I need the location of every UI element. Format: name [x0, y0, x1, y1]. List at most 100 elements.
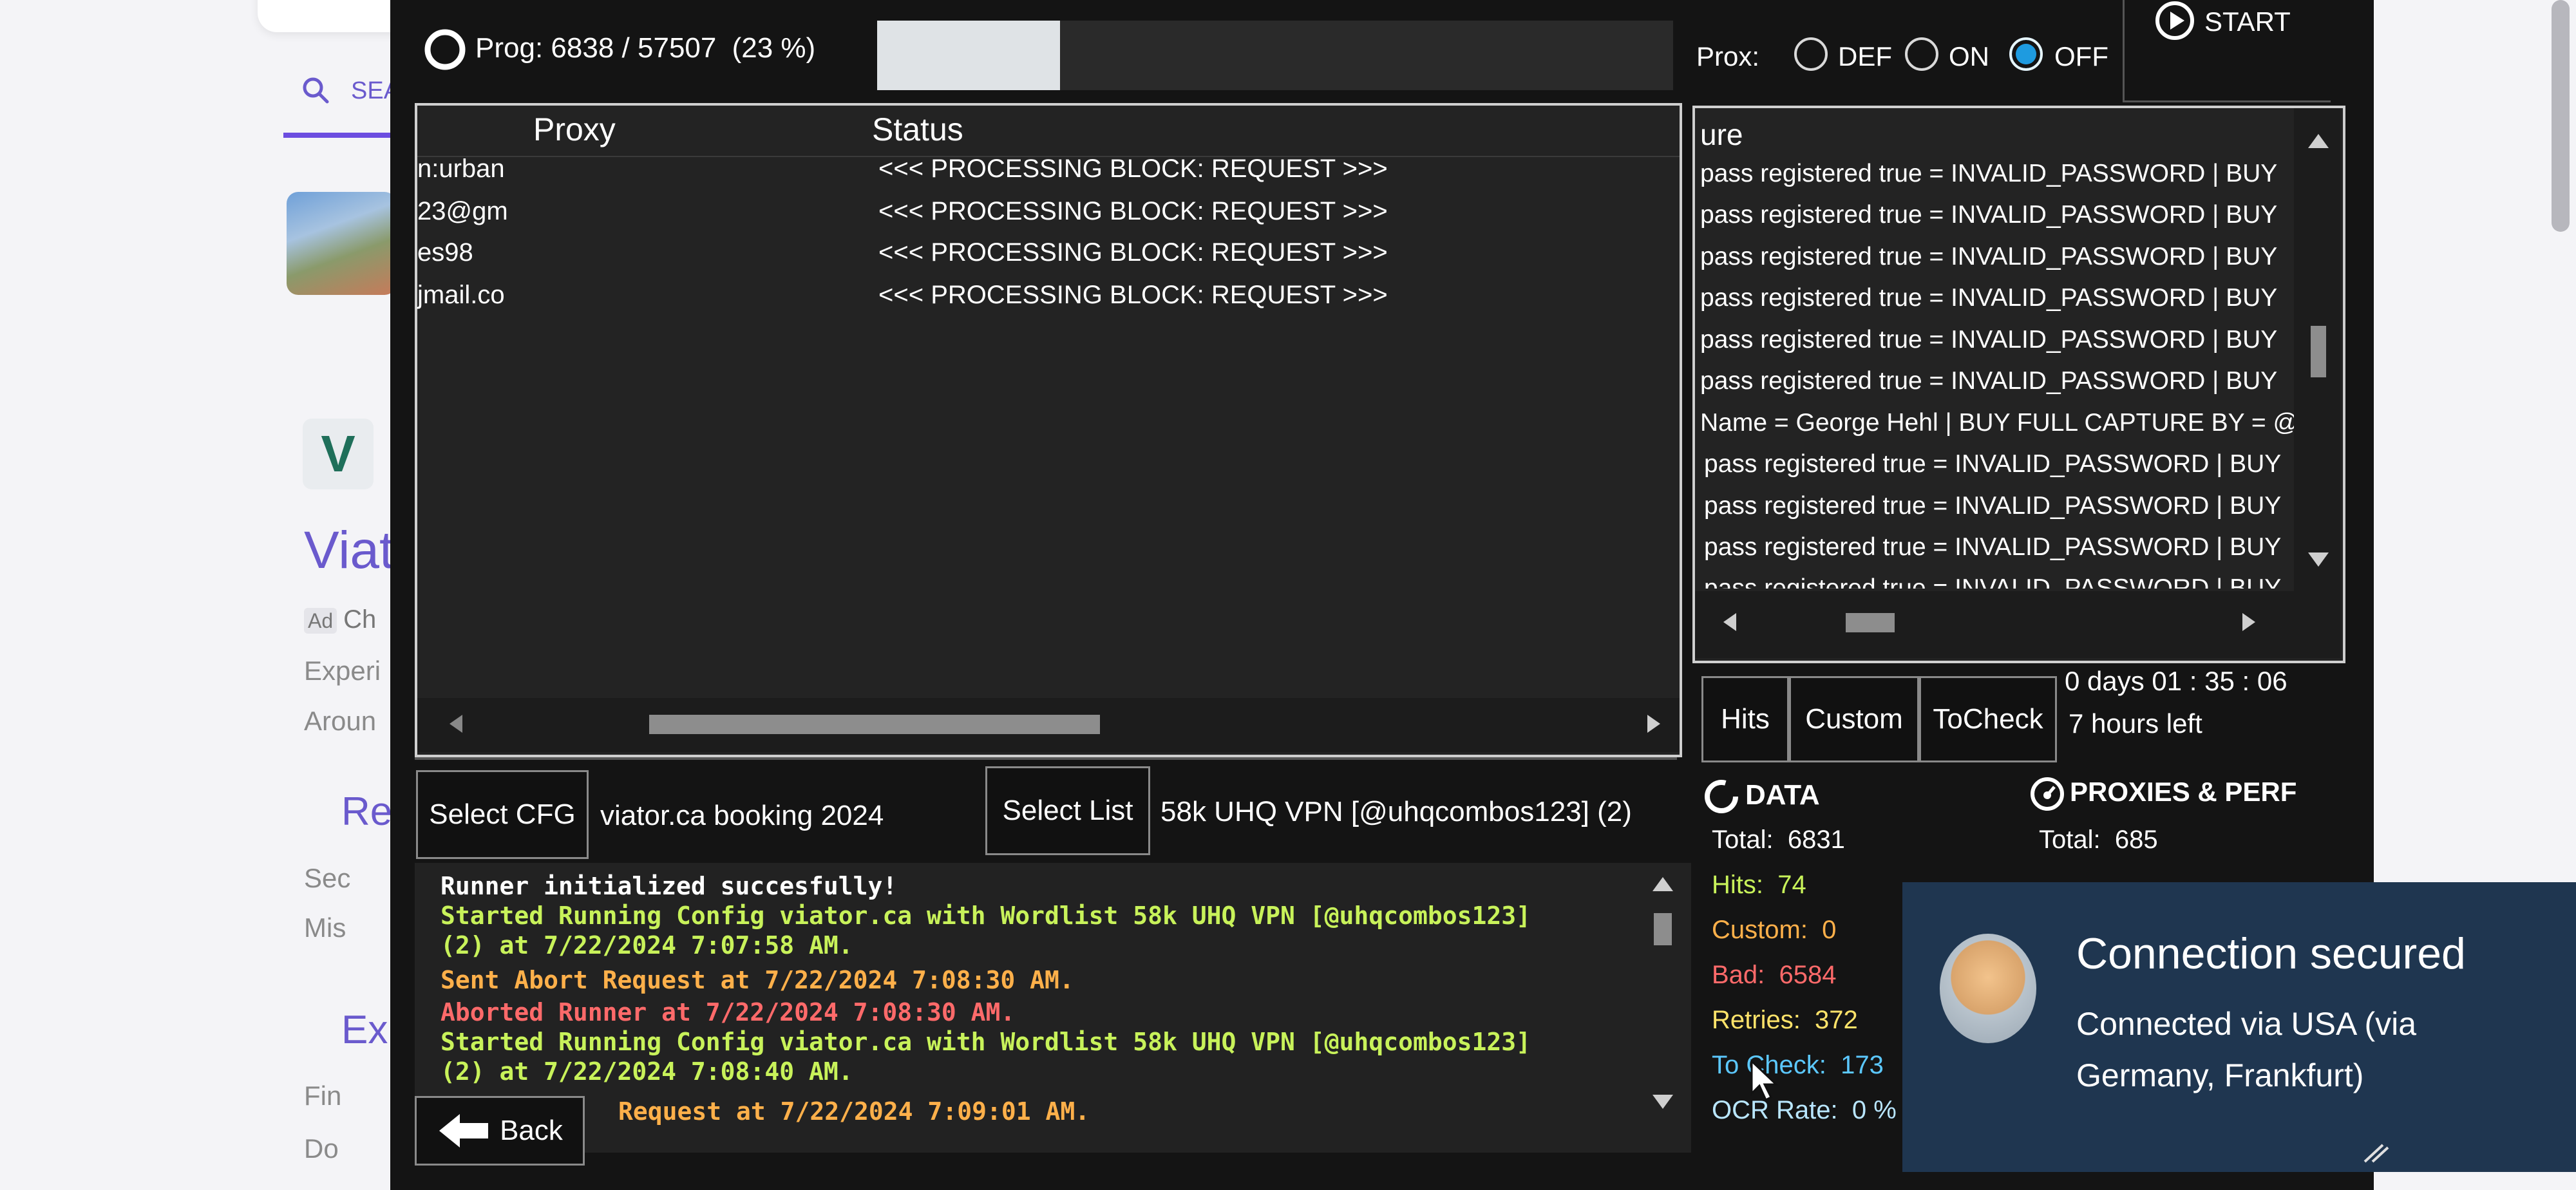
log-line: Started Running Config viator.ca with Wo…	[440, 902, 1531, 930]
column-header-proxy[interactable]: Proxy	[533, 111, 616, 148]
log-line: Aborted Runner at 7/22/2024 7:08:30 AM.	[440, 998, 1016, 1026]
data-ring-icon	[1705, 780, 1738, 813]
proxies-perf-title: PROXIES & PERF	[2070, 777, 2297, 807]
gauge-icon	[2031, 777, 2064, 811]
scroll-down-arrow-icon[interactable]	[1653, 1095, 1673, 1109]
table-cell-status: <<< PROCESSING BLOCK: REQUEST >>>	[878, 155, 1388, 183]
capture-line: pass registered true = INVALID_PASSWORD …	[1700, 326, 2278, 354]
scroll-right-arrow-icon[interactable]	[2242, 613, 2255, 631]
table-cell-status: <<< PROCESSING BLOCK: REQUEST >>>	[878, 197, 1388, 225]
toast-body: Connected via USA (via Germany, Frankfur…	[2076, 1006, 2417, 1093]
proxy-on-radio[interactable]	[1905, 37, 1938, 71]
stat-bad: Bad: 6584	[1712, 961, 1837, 989]
data-section-title: DATA	[1745, 779, 1820, 811]
browser-scrollbar[interactable]	[2552, 0, 2570, 232]
scroll-thumb[interactable]	[1846, 613, 1895, 632]
proxy-status-table: Proxy Status n:urban <<< PROCESSING BLOC…	[415, 103, 1682, 757]
back-button[interactable]: Back	[415, 1096, 585, 1166]
viator-logo-icon: V	[303, 419, 374, 489]
capture-line: pass registered true = INVALID_PASSWORD …	[1700, 160, 2278, 187]
capture-column-header: ure	[1700, 118, 1743, 151]
capture-horizontal-scrollbar[interactable]	[1695, 591, 2340, 658]
play-icon	[2155, 1, 2194, 40]
start-button[interactable]: START	[2123, 0, 2331, 102]
result-snippet-line: Sec	[304, 863, 351, 893]
table-cell-status: <<< PROCESSING BLOCK: REQUEST >>>	[878, 238, 1388, 267]
stat-retries: Retries: 372	[1712, 1006, 1858, 1034]
select-cfg-button[interactable]: Select CFG	[416, 770, 589, 859]
progress-readout: Prog: 6838 / 57507 (23 %)	[475, 32, 816, 64]
mouse-cursor-icon	[1750, 1059, 1779, 1102]
capture-line: pass registered true = INVALID_PASSWORD …	[1704, 450, 2282, 478]
wordlist-name: 58k UHQ VPN [@uhqcombos123] (2)	[1160, 796, 1632, 827]
proxies-total: Total: 685	[2039, 826, 2158, 854]
capture-line: pass registered true = INVALID_PASSWORD …	[1704, 533, 2282, 561]
log-line: (2) at 7/22/2024 7:07:58 AM.	[440, 931, 853, 959]
result-snippet-line: Experi	[304, 656, 381, 686]
divider	[415, 757, 1677, 760]
capture-output-panel: ure pass registered true = INVALID_PASSW…	[1692, 106, 2345, 663]
result-thumbnail[interactable]	[287, 192, 396, 295]
scroll-up-arrow-icon[interactable]	[1653, 877, 1673, 891]
progress-bar-fill	[877, 21, 1061, 90]
result-snippet-line: Fin	[304, 1081, 342, 1111]
proxy-on-label: ON	[1949, 41, 1989, 71]
scroll-left-arrow-icon[interactable]	[450, 715, 462, 733]
log-vertical-scrollbar[interactable]	[1638, 863, 1687, 1133]
log-line: Runner initialized succesfully!	[440, 872, 898, 900]
log-line: Request at 7/22/2024 7:09:01 AM.	[618, 1097, 1090, 1126]
result-title[interactable]: Viat	[304, 520, 394, 581]
active-tab-underline	[283, 133, 406, 138]
stat-ocr-rate: OCR Rate: 0 %	[1712, 1096, 1897, 1124]
stat-custom: Custom: 0	[1712, 916, 1837, 944]
result-heading[interactable]: Re	[341, 789, 392, 835]
tab-custom[interactable]: Custom	[1789, 676, 1919, 762]
log-line: Sent Abort Request at 7/22/2024 7:08:30 …	[440, 966, 1074, 994]
scroll-thumb[interactable]	[1654, 913, 1672, 945]
tab-tocheck[interactable]: ToCheck	[1919, 676, 2057, 762]
toast-title: Connection secured	[2076, 929, 2466, 978]
time-remaining: 7 hours left	[2069, 708, 2202, 739]
scroll-thumb[interactable]	[649, 715, 1100, 734]
scroll-right-arrow-icon[interactable]	[1647, 715, 1660, 733]
resize-grip-icon[interactable]	[2361, 1144, 2389, 1163]
stat-total: Total: 6831	[1712, 826, 1845, 854]
proxy-def-label: DEF	[1838, 41, 1892, 71]
table-cell-proxy: 23@gm	[417, 197, 508, 225]
capture-line: pass registered true = INVALID_PASSWORD …	[1704, 492, 2282, 520]
table-cell-proxy: jmail.co	[417, 281, 505, 309]
table-cell-proxy: n:urban	[417, 155, 505, 183]
tab-hits[interactable]: Hits	[1701, 676, 1789, 762]
scroll-thumb[interactable]	[2311, 326, 2326, 377]
ad-label: Ad Ch	[304, 605, 376, 634]
progress-bar	[877, 21, 1673, 90]
capture-line-clipped: pass registered true = INVALID_PASSWORD …	[1704, 574, 2282, 589]
search-icon	[303, 77, 329, 104]
vpn-connection-toast[interactable]: Connection secured Connected via USA (vi…	[1902, 882, 2576, 1172]
scroll-up-arrow-icon[interactable]	[2308, 134, 2329, 148]
start-button-label: START	[2204, 6, 2291, 37]
table-horizontal-scrollbar[interactable]	[417, 698, 1680, 752]
table-cell-proxy: es98	[417, 238, 473, 267]
proxy-off-radio[interactable]	[2009, 37, 2043, 71]
capture-line: pass registered true = INVALID_PASSWORD …	[1700, 284, 2278, 312]
table-cell-status: <<< PROCESSING BLOCK: REQUEST >>>	[878, 281, 1388, 309]
result-snippet-line: Mis	[304, 912, 346, 943]
runner-log: Runner initialized succesfully! Started …	[415, 863, 1691, 1153]
result-heading[interactable]: Ex	[341, 1007, 388, 1053]
select-list-button[interactable]: Select List	[985, 766, 1150, 855]
proxy-def-radio[interactable]	[1794, 37, 1828, 71]
log-line: (2) at 7/22/2024 7:08:40 AM.	[440, 1057, 853, 1086]
capture-line: pass registered true = INVALID_PASSWORD …	[1700, 243, 2278, 270]
elapsed-timer: 0 days 01 : 35 : 06	[2065, 666, 2287, 696]
column-header-status[interactable]: Status	[872, 111, 963, 148]
result-snippet-line: Do	[304, 1133, 339, 1164]
capture-vertical-scrollbar[interactable]	[2294, 108, 2340, 591]
stat-hits: Hits: 74	[1712, 871, 1806, 899]
result-snippet-line: Aroun	[304, 706, 377, 736]
progress-ring-icon	[424, 29, 466, 70]
scroll-down-arrow-icon[interactable]	[2308, 552, 2329, 567]
capture-line: Name = George Hehl | BUY FULL CAPTURE BY…	[1700, 409, 2299, 437]
scroll-left-arrow-icon[interactable]	[1723, 613, 1736, 631]
stat-to-check: To Check: 173	[1712, 1051, 1884, 1079]
